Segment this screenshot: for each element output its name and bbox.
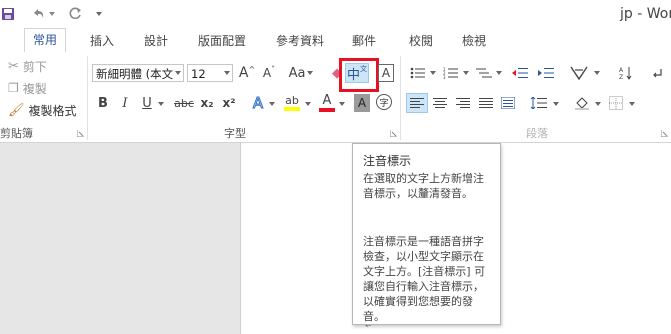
font-color-dropdown-icon[interactable] <box>338 100 346 108</box>
undo-icon[interactable] <box>30 6 46 22</box>
font-separator <box>400 56 401 140</box>
font-name-select[interactable]: 新細明體 (本文 <box>92 64 184 82</box>
clipboard-dialog-launcher-icon[interactable] <box>76 129 84 137</box>
svg-text:A: A <box>619 67 624 74</box>
copy-icon: ❐ <box>8 81 19 95</box>
bold-button[interactable]: B <box>96 94 110 112</box>
highlight-color-swatch <box>284 107 300 111</box>
decrease-indent-button[interactable] <box>510 64 530 82</box>
svg-text:3: 3 <box>443 75 446 79</box>
enclose-characters-button[interactable]: 字 <box>376 94 392 110</box>
tab-view[interactable]: 檢視 <box>462 32 486 49</box>
cut-button[interactable]: ✂ 剪下 <box>8 58 47 74</box>
align-left-button[interactable] <box>406 93 428 113</box>
multilevel-list-button[interactable] <box>474 64 494 82</box>
tooltip-title: 注音標示 <box>363 154 412 168</box>
title-bar: jp - Wor <box>0 0 671 30</box>
redo-icon[interactable] <box>67 6 83 22</box>
tab-mailings[interactable]: 郵件 <box>352 32 376 49</box>
font-group-label: 字型 <box>224 127 246 140</box>
strikethrough-button[interactable]: abc <box>172 94 196 112</box>
sort-button[interactable]: AZ <box>617 64 635 82</box>
text-effects-button[interactable]: A <box>250 94 266 113</box>
increase-indent-button[interactable] <box>536 64 556 82</box>
numbering-button[interactable]: 123 <box>441 64 461 82</box>
bullets-button[interactable] <box>408 64 428 82</box>
cut-label: 剪下 <box>22 59 47 74</box>
paragraph-group-label: 段落 <box>526 127 548 140</box>
tab-layout[interactable]: 版面配置 <box>198 32 246 49</box>
borders-dropdown-icon[interactable] <box>628 100 636 108</box>
change-case-button[interactable]: Aa <box>288 64 314 82</box>
align-right-button[interactable] <box>453 93 473 113</box>
multilevel-list-dropdown-icon[interactable] <box>495 69 503 77</box>
tab-insert[interactable]: 插入 <box>90 32 114 49</box>
borders-button[interactable] <box>606 93 626 113</box>
format-painter-button[interactable]: 🖌 複製格式 <box>8 102 77 118</box>
undo-dropdown-icon[interactable] <box>48 10 56 18</box>
bullets-dropdown-icon[interactable] <box>429 69 437 77</box>
highlight-dropdown-icon[interactable] <box>304 100 312 108</box>
shrink-font-button[interactable]: A ˅ <box>260 64 278 82</box>
underline-button[interactable]: U <box>140 94 154 112</box>
ribbon: ✂ 剪下 ❐ 複製 🖌 複製格式 剪貼簿 新細明體 (本文 12 A ^ A ˅ A… <box>0 52 671 143</box>
font-color-button[interactable]: A <box>318 92 336 114</box>
paragraph-dialog-launcher-icon[interactable] <box>660 129 668 137</box>
grow-font-button[interactable]: A ^ <box>238 64 256 82</box>
character-shading-button[interactable]: A <box>354 94 370 112</box>
format-painter-label: 複製格式 <box>28 103 77 118</box>
superscript-button[interactable]: x² <box>221 94 237 112</box>
justify-button[interactable] <box>476 93 496 113</box>
shading-dropdown-icon[interactable] <box>594 100 602 108</box>
customize-quick-access-icon[interactable] <box>95 10 103 18</box>
font-color-swatch <box>319 108 335 112</box>
tab-references[interactable]: 參考資料 <box>276 32 324 49</box>
font-size-dropdown-icon[interactable] <box>223 69 231 77</box>
svg-text:Z: Z <box>619 74 623 80</box>
underline-dropdown-icon[interactable] <box>157 100 165 108</box>
copy-button[interactable]: ❐ 複製 <box>8 80 47 96</box>
ribbon-tabs: 常用 插入 設計 版面配置 參考資料 郵件 校閱 檢視 <box>0 28 671 54</box>
align-center-button[interactable] <box>430 93 450 113</box>
clipboard-separator <box>87 56 88 140</box>
font-name-dropdown-icon[interactable] <box>174 69 182 77</box>
scissors-icon: ✂ <box>8 58 19 74</box>
tooltip-detail: 注音標示是一種語音拼字檢查，以小型文字顯示在文字上方。[注音標示] 可讓您自行輸… <box>363 235 486 323</box>
show-paragraph-marks-button[interactable] <box>648 64 666 82</box>
save-icon[interactable] <box>0 6 16 22</box>
line-spacing-button[interactable] <box>528 93 550 113</box>
tab-design[interactable]: 設計 <box>144 32 168 49</box>
character-border-button[interactable]: A <box>378 64 394 82</box>
italic-button[interactable]: I <box>118 94 132 112</box>
tab-review[interactable]: 校閱 <box>409 32 433 49</box>
paintbrush-icon: 🖌 <box>8 102 25 118</box>
window-title: jp - Wor <box>620 6 671 22</box>
numbering-dropdown-icon[interactable] <box>462 69 470 77</box>
tooltip: 注音標示 在選取的文字上方新增注音標示，以釐清發音。 注音標示是一種語音拼字檢查… <box>352 143 501 325</box>
clipboard-group-label: 剪貼簿 <box>0 127 33 140</box>
tooltip-description: 在選取的文字上方新增注音標示，以釐清發音。 <box>363 172 484 200</box>
chinese-layout-button[interactable] <box>568 64 590 82</box>
phonetic-guide-button[interactable]: 中文 <box>345 63 369 83</box>
subscript-button[interactable]: x₂ <box>199 94 215 112</box>
chinese-layout-dropdown-icon[interactable] <box>593 69 601 77</box>
font-dialog-launcher-icon[interactable] <box>389 129 397 137</box>
shading-button[interactable] <box>572 93 592 113</box>
distributed-button[interactable] <box>498 93 518 113</box>
highlight-color-button[interactable]: ab <box>282 92 302 114</box>
line-spacing-dropdown-icon[interactable] <box>552 100 560 108</box>
tab-home[interactable]: 常用 <box>24 28 67 54</box>
text-effects-dropdown-icon[interactable] <box>268 100 276 108</box>
copy-label: 複製 <box>22 81 47 96</box>
